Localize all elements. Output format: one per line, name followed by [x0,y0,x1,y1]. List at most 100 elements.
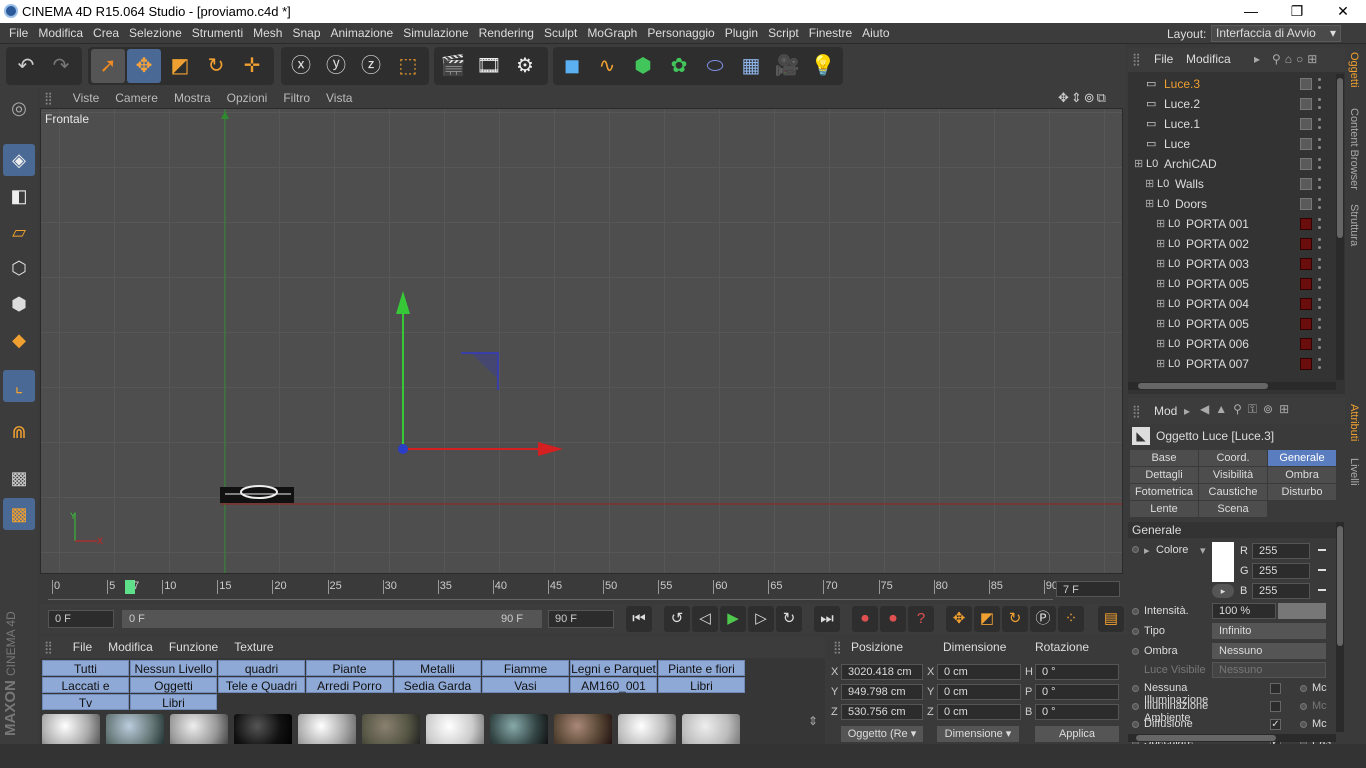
menu-aiuto[interactable]: Aiuto [857,23,894,44]
rot-p-field[interactable]: 0 ° [1035,684,1119,700]
chevron-right-icon[interactable]: ▸ [1184,404,1190,418]
material-layer-button[interactable]: Tutti [42,660,129,676]
shadow-select[interactable]: Nessuno [1212,643,1326,659]
tab-structure[interactable]: Struttura [1348,204,1360,246]
object-h-scrollbar[interactable] [1128,382,1336,390]
magnet-icon[interactable]: ⋒ [3,416,35,448]
render-visibility-dot[interactable] [1318,126,1321,129]
attr-tab[interactable]: Base [1130,450,1198,466]
object-scrollbar[interactable] [1336,74,1344,380]
material-layer-button[interactable]: Piante e fiori [658,660,745,676]
material-preview[interactable] [682,714,740,744]
axis-mode-icon[interactable]: ⌞ [3,370,35,402]
material-preview[interactable] [554,714,612,744]
cube-icon[interactable]: ◼ [555,49,589,83]
material-tag[interactable] [1300,258,1312,270]
render-visibility-dot[interactable] [1318,146,1321,149]
menu-finestre[interactable]: Finestre [804,23,857,44]
editor-visibility-dot[interactable] [1318,318,1321,321]
timeline-ruler[interactable]: 0 5 10 15 20 25 30 35 40 45 50 55 60 65 70 75 80 85 90 7 [48,578,1058,600]
spline-icon[interactable]: ∿ [590,49,624,83]
menu-sculpt[interactable]: Sculpt [539,23,582,44]
material-preview[interactable] [42,714,100,744]
material-layer-button[interactable]: Laccati e Resine [42,677,129,709]
menu-animazione[interactable]: Animazione [326,23,399,44]
material-layer-button[interactable]: Vasi [482,677,569,693]
material-layer-button[interactable]: Nessun Livello [130,660,217,676]
polygons-mode-icon[interactable]: ◆ [3,324,35,356]
editor-visibility-dot[interactable] [1318,238,1321,241]
chevron-right-icon[interactable]: ▸ [1254,52,1260,66]
tab-layers[interactable]: Livelli [1348,458,1360,486]
pos-z-field[interactable]: 530.756 cm [841,704,923,720]
material-layer-button[interactable]: Fiamme [482,660,569,676]
obj-menu-edit[interactable]: Modifica [1186,52,1231,66]
checkbox[interactable] [1270,701,1281,712]
menu-snap[interactable]: Snap [287,23,325,44]
attr-tab[interactable]: Dettagli [1130,467,1198,483]
viewport-menu-opzioni[interactable]: Opzioni [219,88,276,108]
anim-dot[interactable] [1132,703,1139,710]
checkbox[interactable] [1270,683,1281,694]
rotate-tool-icon[interactable]: ↻ [199,49,233,83]
anim-dot[interactable] [1132,685,1139,692]
select-tool-icon[interactable]: ➚ [91,49,125,83]
g-slider[interactable] [1318,569,1326,571]
material-layer-button[interactable]: Legni e Parquet [570,660,657,676]
material-tag[interactable] [1300,238,1312,250]
coordinate-system-icon[interactable]: ⬚ [391,49,425,83]
keyframe-help-icon[interactable]: ? [908,606,934,632]
timeline-window-icon[interactable]: ▤ [1098,606,1124,632]
dim-y-field[interactable]: 0 cm [937,684,1021,700]
coordinate-mode-select[interactable]: Oggetto (Re ▾ [841,726,923,742]
editor-visibility-dot[interactable] [1318,338,1321,341]
material-scroll-icon[interactable]: ⇕ [808,714,818,728]
material-tag[interactable] [1300,298,1312,310]
visibility-checkbox[interactable] [1300,158,1312,170]
render-visibility-dot[interactable] [1318,186,1321,189]
subdivision-icon[interactable]: ⬢ [626,49,660,83]
editor-visibility-dot[interactable] [1318,218,1321,221]
deformer-icon[interactable]: ⬭ [698,49,732,83]
y-axis-icon[interactable]: ⓨ [319,49,353,83]
object-row[interactable]: ⊞ L0 PORTA 007 [1128,354,1336,374]
material-preview[interactable] [490,714,548,744]
object-row[interactable]: ⊞ L0 Walls [1128,174,1336,194]
go-to-start-icon[interactable]: ⏮ [626,606,652,632]
undo-icon[interactable]: ↶ [9,49,43,83]
live-select-icon[interactable]: ✛ [235,49,269,83]
editor-visibility-dot[interactable] [1318,118,1321,121]
autokey-icon[interactable]: ⏺ [880,606,906,632]
editor-visibility-dot[interactable] [1318,78,1321,81]
expand-icon[interactable]: ⊞ [1156,234,1165,254]
object-row[interactable]: ⊞ L0 ArchiCAD [1128,154,1336,174]
material-preview[interactable] [106,714,164,744]
editor-visibility-dot[interactable] [1318,258,1321,261]
b-slider[interactable] [1318,589,1326,591]
expand-icon[interactable]: ⊞ [1134,154,1143,174]
material-menu-modifica[interactable]: Modifica [100,636,161,658]
model-mode-icon[interactable]: ◈ [3,144,35,176]
key-scale-icon[interactable]: ◩ [974,606,1000,632]
expand-icon[interactable]: ⊞ [1145,174,1154,194]
visibility-checkbox[interactable] [1300,178,1312,190]
menu-plugin[interactable]: Plugin [720,23,763,44]
visibility-checkbox[interactable] [1300,138,1312,150]
expand-icon[interactable]: ⊞ [1156,254,1165,274]
snap-grid-icon[interactable]: ▩ [3,498,35,530]
g-field[interactable]: 255 [1252,563,1310,579]
menu-selezione[interactable]: Selezione [124,23,187,44]
attr-tab[interactable]: Fotometrica [1130,484,1198,500]
material-preview[interactable] [362,714,420,744]
viewport-menu-vista[interactable]: Vista [318,88,360,108]
material-tag[interactable] [1300,218,1312,230]
r-slider[interactable] [1318,549,1326,551]
attribute-h-scrollbar[interactable] [1128,734,1336,742]
next-key-icon[interactable]: ↻ [776,606,802,632]
attr-tab[interactable]: Disturbo [1268,484,1336,500]
material-tag[interactable] [1300,278,1312,290]
render-settings-icon[interactable]: ⚙ [508,49,542,83]
material-layer-button[interactable]: Piante [306,660,393,676]
tab-attributes[interactable]: Attributi [1348,404,1360,441]
attr-mode-menu[interactable]: Mod [1154,404,1177,418]
